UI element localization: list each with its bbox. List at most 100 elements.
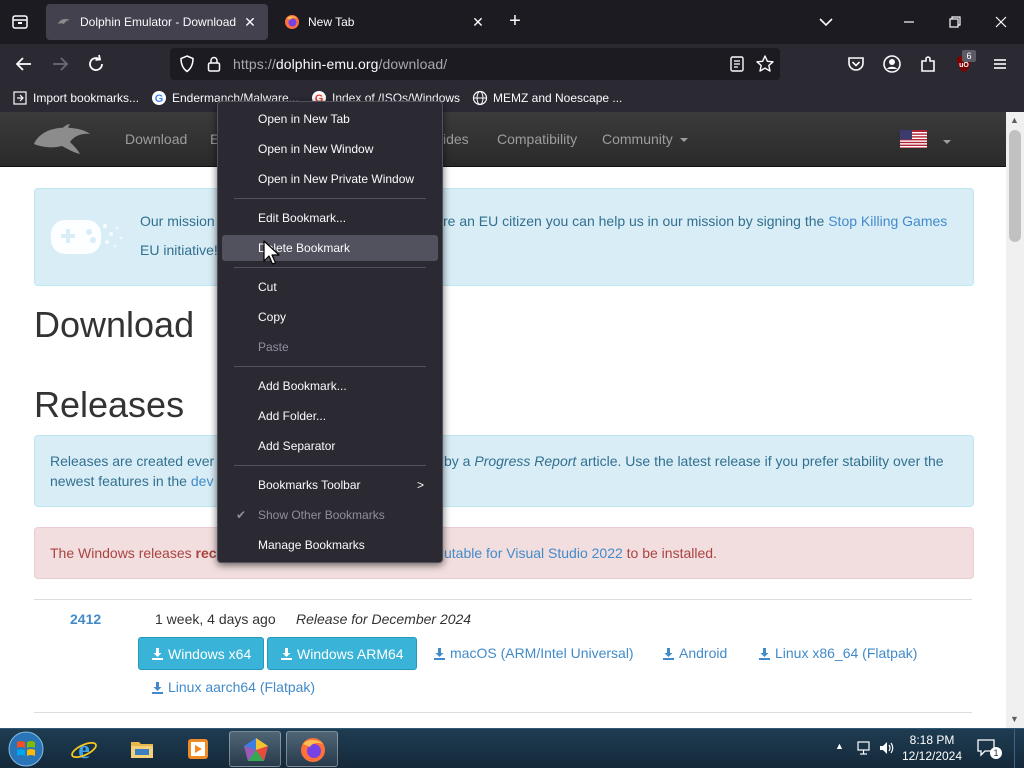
download-icon xyxy=(759,647,770,660)
menu-paste[interactable]: Paste xyxy=(222,334,438,360)
download-windows-arm64-button[interactable]: Windows ARM64 xyxy=(267,637,417,670)
volume-icon[interactable] xyxy=(878,739,896,757)
releases-info-alert: Releases are created ever by a Progress … xyxy=(34,435,974,507)
restore-icon[interactable] xyxy=(943,10,967,34)
media-player-icon xyxy=(188,739,208,759)
new-tab-button[interactable]: + xyxy=(503,10,527,34)
scrollbar-thumb[interactable] xyxy=(1009,130,1021,242)
taskbar-firefox[interactable] xyxy=(286,731,338,767)
menu-open-in-private-window[interactable]: Open in New Private Window xyxy=(222,166,438,192)
tab-new-tab[interactable]: New Tab ✕ xyxy=(274,4,496,40)
taskbar-file-explorer[interactable] xyxy=(116,731,168,767)
extensions-icon[interactable] xyxy=(916,52,940,76)
list-all-tabs-icon[interactable] xyxy=(6,8,34,36)
download-icon xyxy=(152,648,163,660)
nav-community[interactable]: Community xyxy=(602,131,688,147)
dolphin-logo-icon[interactable] xyxy=(30,120,94,158)
back-icon[interactable] xyxy=(12,52,36,76)
menu-add-bookmark[interactable]: Add Bookmark... xyxy=(222,373,438,399)
nav-download[interactable]: Download xyxy=(125,131,187,147)
reload-icon[interactable] xyxy=(84,52,108,76)
bookmark-memz[interactable]: MEMZ and Noescape ... xyxy=(472,90,622,106)
site-navbar: Download E ides Compatibility Community xyxy=(0,112,1006,167)
windows-requirements-alert: The Windows releases rec utable for Visu… xyxy=(34,527,974,579)
minimize-icon[interactable] xyxy=(897,10,921,34)
menu-icon[interactable] xyxy=(988,52,1012,76)
link-label: Linux aarch64 (Flatpak) xyxy=(168,679,316,695)
tray-overflow-icon[interactable]: ▲ xyxy=(835,741,844,751)
release-version[interactable]: 2412 xyxy=(70,611,101,627)
gamepad-icon xyxy=(51,220,123,254)
firefox-icon xyxy=(301,738,325,762)
menu-label: Show Other Bookmarks xyxy=(258,508,385,522)
chevron-right-icon: > xyxy=(416,478,424,492)
url-path: /download/ xyxy=(378,56,448,72)
nav-compatibility[interactable]: Compatibility xyxy=(497,131,577,147)
menu-edit-bookmark[interactable]: Edit Bookmark... xyxy=(222,205,438,231)
network-icon[interactable] xyxy=(856,739,874,757)
scroll-down-icon[interactable]: ▼ xyxy=(1010,714,1019,724)
bookmarks-toolbar: Import bookmarks... G Endermanch/Malware… xyxy=(0,84,1024,112)
menu-manage-bookmarks[interactable]: Manage Bookmarks xyxy=(222,532,438,558)
menu-copy[interactable]: Copy xyxy=(222,304,438,330)
url-bar[interactable]: https://dolphin-emu.org/download/ xyxy=(170,48,780,80)
bookmark-import[interactable]: Import bookmarks... xyxy=(12,90,139,106)
scroll-up-icon[interactable]: ▲ xyxy=(1010,115,1019,125)
bookmark-label: Import bookmarks... xyxy=(33,91,140,105)
close-tab-icon[interactable]: ✕ xyxy=(240,12,260,32)
menu-show-other-bookmarks[interactable]: ✔ Show Other Bookmarks xyxy=(222,502,438,528)
taskbar-app-running[interactable] xyxy=(229,731,281,767)
windows-taskbar: e ▲ 8:18 PM 12/12/2024 1 xyxy=(0,728,1024,768)
windows-start-icon[interactable] xyxy=(6,730,46,768)
close-tab-icon[interactable]: ✕ xyxy=(468,12,488,32)
bookmark-context-menu: Open in New Tab Open in New Window Open … xyxy=(217,101,443,563)
windows-alert-text: The Windows releases xyxy=(50,545,192,561)
taskbar-media-player[interactable] xyxy=(172,731,224,767)
button-label: Windows x64 xyxy=(168,645,252,662)
close-window-icon[interactable] xyxy=(989,10,1013,34)
show-desktop-button[interactable] xyxy=(1014,729,1024,768)
pocket-icon[interactable] xyxy=(844,52,868,76)
download-windows-x64-button[interactable]: Windows x64 xyxy=(138,637,265,670)
account-icon[interactable] xyxy=(880,52,904,76)
menu-add-folder[interactable]: Add Folder... xyxy=(222,403,438,429)
releases-info-end: article. Use the latest release if you p… xyxy=(580,453,944,469)
system-clock[interactable]: 8:18 PM 12/12/2024 xyxy=(896,732,968,764)
url-text[interactable]: https://dolphin-emu.org/download/ xyxy=(233,56,447,72)
chevron-down-icon[interactable] xyxy=(943,140,951,144)
download-android-link[interactable]: Android xyxy=(662,645,727,661)
download-icon xyxy=(281,648,292,660)
menu-cut[interactable]: Cut xyxy=(222,274,438,300)
svg-text:uO: uO xyxy=(959,62,969,69)
menu-separator xyxy=(234,465,426,466)
dev-link[interactable]: dev xyxy=(191,473,214,489)
windows-alert-end: utable for Visual Studio 2022 to be inst… xyxy=(444,545,717,561)
menu-open-in-new-tab[interactable]: Open in New Tab xyxy=(222,106,438,132)
reader-view-icon[interactable] xyxy=(727,54,747,74)
menu-open-in-new-window[interactable]: Open in New Window xyxy=(222,136,438,162)
forward-icon[interactable] xyxy=(48,52,72,76)
lock-icon[interactable] xyxy=(204,54,224,74)
menu-add-separator[interactable]: Add Separator xyxy=(222,433,438,459)
download-macos-link[interactable]: macOS (ARM/Intel Universal) xyxy=(433,645,634,661)
tab-dolphin-download[interactable]: Dolphin Emulator - Download ✕ xyxy=(46,4,268,40)
us-flag-icon[interactable] xyxy=(900,130,927,148)
taskbar-internet-explorer[interactable]: e xyxy=(58,731,110,767)
download-linux-x86-link[interactable]: Linux x86_64 (Flatpak) xyxy=(758,645,917,661)
chevron-down-icon xyxy=(679,138,688,143)
star-icon[interactable] xyxy=(755,54,775,74)
releases-info-line2: newest features in the dev xyxy=(50,473,213,489)
shield-icon[interactable] xyxy=(177,54,197,74)
mission-text-middle: re an EU citizen you can help us in our … xyxy=(443,213,825,229)
nav-guides[interactable]: ides xyxy=(443,131,469,147)
visual-studio-link[interactable]: utable for Visual Studio 2022 xyxy=(444,545,623,561)
download-linux-aarch64-link[interactable]: Linux aarch64 (Flatpak) xyxy=(151,679,315,695)
stop-killing-games-link[interactable]: Stop Killing Games xyxy=(828,213,947,229)
releases-heading: Releases xyxy=(34,384,185,425)
menu-delete-bookmark[interactable]: Delete Bookmark xyxy=(222,235,438,261)
menu-separator xyxy=(234,366,426,367)
chevron-down-icon[interactable] xyxy=(816,12,836,32)
page-scrollbar[interactable]: ▲ ▼ xyxy=(1006,112,1024,728)
menu-bookmarks-toolbar[interactable]: Bookmarks Toolbar > xyxy=(222,472,438,498)
releases-info-text: by a Progress Report article. Use the la… xyxy=(444,453,944,469)
